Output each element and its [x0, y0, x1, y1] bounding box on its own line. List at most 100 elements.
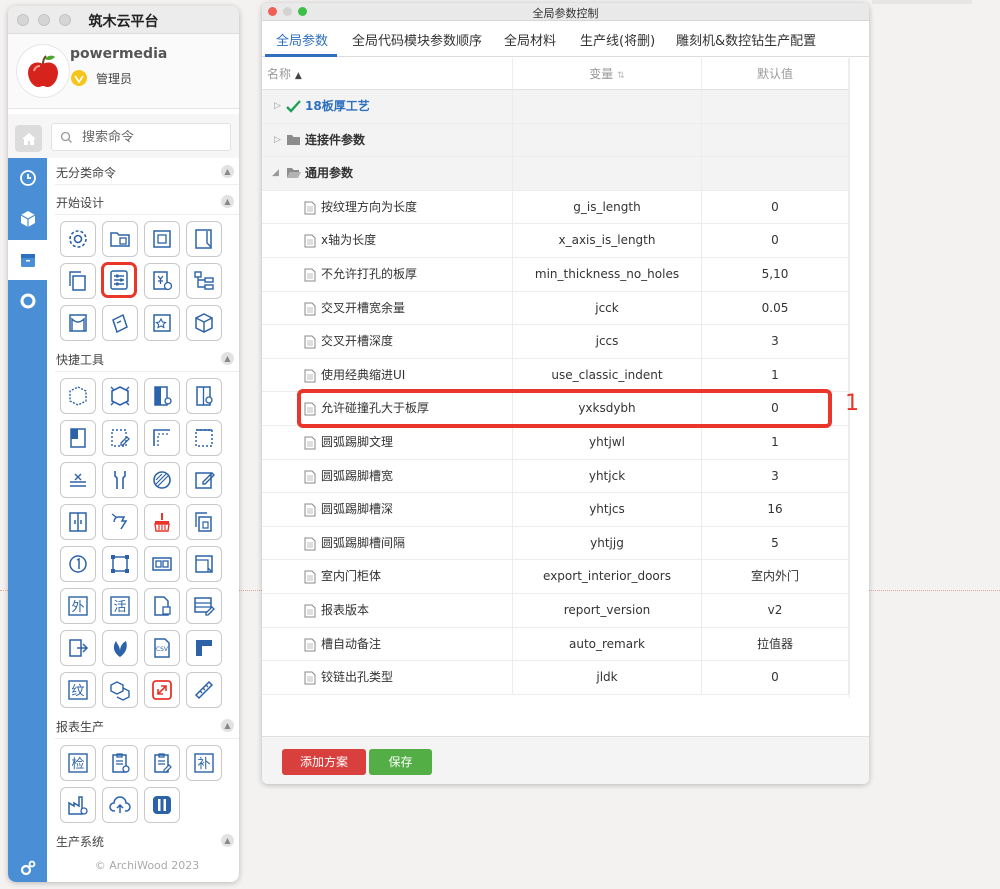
- tab-code-module-order[interactable]: 全局代码模块参数顺序: [352, 30, 482, 49]
- param-default-value[interactable]: v2: [702, 593, 849, 628]
- table-row[interactable]: 铰链出孔类型 jldk 0: [262, 661, 849, 695]
- column-header-default[interactable]: 默认值: [702, 58, 849, 90]
- quick-tool-25[interactable]: CSV: [144, 630, 180, 666]
- report-tool-3[interactable]: [144, 745, 180, 781]
- param-default-value[interactable]: 3: [702, 459, 849, 494]
- table-group-row[interactable]: ▷ 连接件参数: [262, 123, 849, 158]
- section-production-system[interactable]: 生产系统 ▲: [55, 828, 239, 854]
- quick-tool-14[interactable]: [102, 504, 138, 540]
- quick-tool-4[interactable]: [186, 378, 222, 414]
- param-default-value[interactable]: 拉值器: [702, 627, 849, 662]
- collapse-icon[interactable]: ▲: [221, 165, 234, 178]
- quick-tool-10[interactable]: [102, 462, 138, 498]
- report-tool-2[interactable]: [102, 745, 138, 781]
- param-default-value[interactable]: 3: [702, 325, 849, 359]
- cabinet-tool-button[interactable]: [60, 305, 96, 341]
- collapse-icon[interactable]: ▲: [221, 719, 234, 732]
- report-tool-5[interactable]: [60, 787, 96, 823]
- report-tool-7[interactable]: [144, 787, 180, 823]
- column-header-name[interactable]: 名称 ▲: [262, 58, 513, 90]
- expand-caret-icon[interactable]: ▷: [274, 90, 281, 124]
- table-row[interactable]: 室内门柜体 export_interior_doors 室内外门: [262, 560, 849, 594]
- table-row[interactable]: 交叉开槽深度 jccs 3: [262, 325, 849, 359]
- favorite-tool-button[interactable]: [144, 305, 180, 341]
- param-default-value[interactable]: 0: [702, 661, 849, 695]
- param-default-value[interactable]: 16: [702, 493, 849, 527]
- quick-tool-7[interactable]: [144, 420, 180, 456]
- param-default-value[interactable]: 室内外门: [702, 560, 849, 594]
- expand-caret-icon[interactable]: ▷: [274, 124, 281, 158]
- quick-tool-16[interactable]: [186, 504, 222, 540]
- section-uncategorized[interactable]: 无分类命令 ▲: [55, 159, 239, 185]
- quick-tool-29[interactable]: [186, 672, 222, 708]
- tab-production-line[interactable]: 生产线(将删): [580, 30, 655, 49]
- box-tool-button[interactable]: [186, 305, 222, 341]
- nav-design[interactable]: [8, 240, 47, 280]
- table-row[interactable]: 交叉开槽宽余量 jcck 0.05: [262, 291, 849, 326]
- param-default-value[interactable]: 1: [702, 358, 849, 393]
- table-row[interactable]: 圆弧踢脚槽宽 yhtjck 3: [262, 459, 849, 494]
- collapse-caret-icon[interactable]: ◢: [272, 157, 279, 191]
- collapse-icon[interactable]: ▲: [221, 352, 234, 365]
- settings-tool-button[interactable]: [60, 221, 96, 257]
- report-tool-6[interactable]: [102, 787, 138, 823]
- nav-models[interactable]: [8, 199, 47, 239]
- column-header-variable[interactable]: 变量 ⇅: [513, 58, 702, 90]
- quick-tool-28[interactable]: [144, 672, 180, 708]
- collapse-icon[interactable]: ▲: [221, 834, 234, 847]
- table-row[interactable]: 使用经典缩进UI use_classic_indent 1: [262, 358, 849, 393]
- quick-tool-9[interactable]: [60, 462, 96, 498]
- quick-tool-6[interactable]: [102, 420, 138, 456]
- quick-tool-19[interactable]: [144, 546, 180, 582]
- quick-tool-26[interactable]: [186, 630, 222, 666]
- table-row[interactable]: 按纹理方向为长度 g_is_length 0: [262, 190, 849, 225]
- quick-tool-24[interactable]: [102, 630, 138, 666]
- section-quick-tools[interactable]: 快捷工具 ▲: [55, 346, 239, 372]
- global-params-tool-button[interactable]: [101, 262, 137, 298]
- table-row[interactable]: 圆弧踢脚文理 yhtjwl 1: [262, 425, 849, 460]
- section-report-production[interactable]: 报表生产 ▲: [55, 713, 239, 739]
- nav-settings[interactable]: [8, 281, 47, 321]
- table-row[interactable]: 报表版本 report_version v2: [262, 593, 849, 628]
- table-row[interactable]: 圆弧踢脚槽深 yhtjcs 16: [262, 493, 849, 527]
- copy-tool-button[interactable]: [60, 263, 96, 299]
- quick-tool-27[interactable]: [102, 672, 138, 708]
- add-scheme-button[interactable]: 添加方案: [282, 749, 366, 775]
- nav-recent[interactable]: [8, 158, 47, 198]
- param-default-value[interactable]: 0: [702, 190, 849, 225]
- quick-tool-23[interactable]: [60, 630, 96, 666]
- report-tool-inspect[interactable]: 检: [60, 745, 96, 781]
- home-button[interactable]: [15, 125, 42, 152]
- table-row[interactable]: x轴为长度 x_axis_is_length 0: [262, 224, 849, 258]
- nav-preferences[interactable]: [8, 848, 47, 882]
- search-input[interactable]: [82, 127, 222, 147]
- table-row[interactable]: 圆弧踢脚槽间隔 yhtjjg 5: [262, 526, 849, 561]
- tab-global-materials[interactable]: 全局材料: [504, 30, 556, 49]
- param-default-value[interactable]: 0.05: [702, 291, 849, 326]
- quick-tool-5[interactable]: [60, 420, 96, 456]
- edit-panel-tool-button[interactable]: [186, 221, 222, 257]
- panel-tool-button[interactable]: [144, 221, 180, 257]
- table-group-row[interactable]: ◢ 通用参数: [262, 157, 849, 191]
- quick-tool-13[interactable]: [60, 504, 96, 540]
- report-tool-supplement[interactable]: 补: [186, 745, 222, 781]
- collapse-icon[interactable]: ▲: [221, 195, 234, 208]
- quick-tool-20[interactable]: [186, 546, 222, 582]
- table-group-row[interactable]: ▷ 18板厚工艺: [262, 90, 849, 124]
- table-row[interactable]: 槽自动备注 auto_remark 拉值器: [262, 627, 849, 662]
- quick-tool-21[interactable]: [144, 588, 180, 624]
- quick-tool-2[interactable]: [102, 378, 138, 414]
- param-default-value[interactable]: 5,10: [702, 257, 849, 292]
- param-default-value[interactable]: 0: [702, 224, 849, 258]
- quick-tool-22[interactable]: [186, 588, 222, 624]
- table-row[interactable]: 不允许打孔的板厚 min_thickness_no_holes 5,10: [262, 257, 849, 292]
- quick-tool-3[interactable]: [144, 378, 180, 414]
- save-button[interactable]: 保存: [369, 749, 432, 775]
- price-tool-button[interactable]: [144, 263, 180, 299]
- quick-tool-active[interactable]: 活: [102, 588, 138, 624]
- quick-tool-grain[interactable]: 纹: [60, 672, 96, 708]
- tab-global-params[interactable]: 全局参数: [276, 30, 328, 49]
- avatar[interactable]: [17, 45, 69, 97]
- tab-cnc-config[interactable]: 雕刻机&数控钻生产配置: [676, 30, 816, 49]
- quick-tool-outer[interactable]: 外: [60, 588, 96, 624]
